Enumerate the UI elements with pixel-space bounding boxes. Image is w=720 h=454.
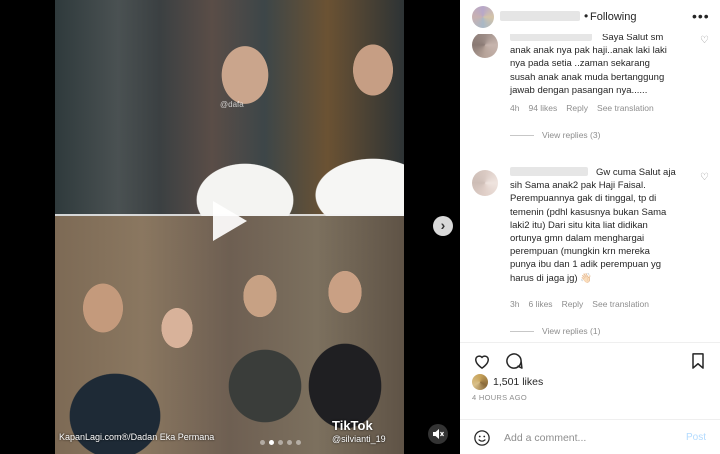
view-replies-label[interactable]: View replies (1) bbox=[542, 326, 600, 336]
carousel-dots bbox=[260, 440, 301, 445]
tiktok-watermark: TikTok @silvianti_19 bbox=[332, 418, 386, 444]
carousel-dot bbox=[296, 440, 301, 445]
comment-time: 3h bbox=[510, 299, 520, 309]
comment-translate[interactable]: See translation bbox=[592, 299, 649, 309]
comment-time: 4h bbox=[510, 103, 520, 113]
liker-avatar bbox=[472, 374, 488, 390]
comment-bubble-icon[interactable] bbox=[504, 351, 524, 376]
likes-count[interactable]: 1,501 likes bbox=[493, 376, 543, 388]
comment-reply[interactable]: Reply bbox=[566, 103, 588, 113]
likes-summary[interactable]: 1,501 likes bbox=[472, 374, 543, 390]
author-avatar[interactable] bbox=[472, 6, 494, 28]
heart-icon[interactable]: ♡ bbox=[700, 172, 709, 183]
add-comment-bar: Post bbox=[460, 419, 720, 454]
comment-likes[interactable]: 94 likes bbox=[528, 103, 557, 113]
post-timestamp: 4 HOURS AGO bbox=[472, 393, 527, 402]
carousel-dot bbox=[260, 440, 265, 445]
video-credit: KapanLagi.com®/Dadan Eka Permana bbox=[59, 432, 215, 442]
replies-line bbox=[510, 134, 534, 136]
comment-meta: 4h 94 likes Reply See translation bbox=[510, 103, 654, 113]
commenter-avatar[interactable] bbox=[472, 34, 498, 58]
video-watermark: @dafa bbox=[220, 100, 244, 109]
comment-text: Saya Salut sm anak anak nya pak haji..an… bbox=[510, 34, 667, 96]
heart-icon[interactable]: ♡ bbox=[700, 35, 709, 46]
chevron-right-icon[interactable]: › bbox=[433, 216, 453, 236]
add-comment-input[interactable] bbox=[504, 430, 674, 446]
post-comment-button[interactable]: Post bbox=[686, 432, 706, 443]
commenter-avatar[interactable] bbox=[472, 170, 498, 196]
separator-dot: • bbox=[584, 9, 589, 23]
comment-reply[interactable]: Reply bbox=[562, 299, 584, 309]
tiktok-username: @silvianti_19 bbox=[332, 434, 386, 444]
post-video[interactable]: @dafa KapanLagi.com®/Dadan Eka Permana T… bbox=[55, 0, 404, 454]
comment-translate[interactable]: See translation bbox=[597, 103, 654, 113]
view-replies[interactable]: View replies (3) bbox=[510, 130, 600, 140]
following-button[interactable]: Following bbox=[590, 11, 636, 23]
comment-text: Gw cuma Salut aja sih Sama anak2 pak Haj… bbox=[510, 167, 676, 284]
view-replies[interactable]: View replies (1) bbox=[510, 326, 600, 336]
author-username-redacted[interactable] bbox=[500, 11, 580, 21]
post-header: • Following ••• bbox=[460, 0, 720, 34]
tiktok-logo: TikTok bbox=[332, 418, 373, 433]
carousel-dot bbox=[278, 440, 283, 445]
replies-line bbox=[510, 330, 534, 332]
post-side-panel: • Following ••• Saya Salut sm anak anak … bbox=[460, 0, 720, 454]
carousel-dot-active bbox=[269, 440, 274, 445]
view-replies-label[interactable]: View replies (3) bbox=[542, 130, 600, 140]
emoji-icon[interactable] bbox=[473, 429, 491, 447]
comment-likes[interactable]: 6 likes bbox=[528, 299, 552, 309]
more-horizontal-icon[interactable]: ••• bbox=[692, 8, 710, 24]
comments-list[interactable]: Saya Salut sm anak anak nya pak haji..an… bbox=[460, 34, 720, 342]
speaker-muted-icon[interactable] bbox=[428, 424, 448, 444]
comment-meta: 3h 6 likes Reply See translation bbox=[510, 299, 649, 309]
bookmark-icon[interactable] bbox=[688, 351, 708, 376]
carousel-dot bbox=[287, 440, 292, 445]
play-icon[interactable] bbox=[205, 198, 251, 244]
post-media-panel: @dafa KapanLagi.com®/Dadan Eka Permana T… bbox=[0, 0, 460, 454]
heart-icon[interactable] bbox=[472, 351, 492, 376]
